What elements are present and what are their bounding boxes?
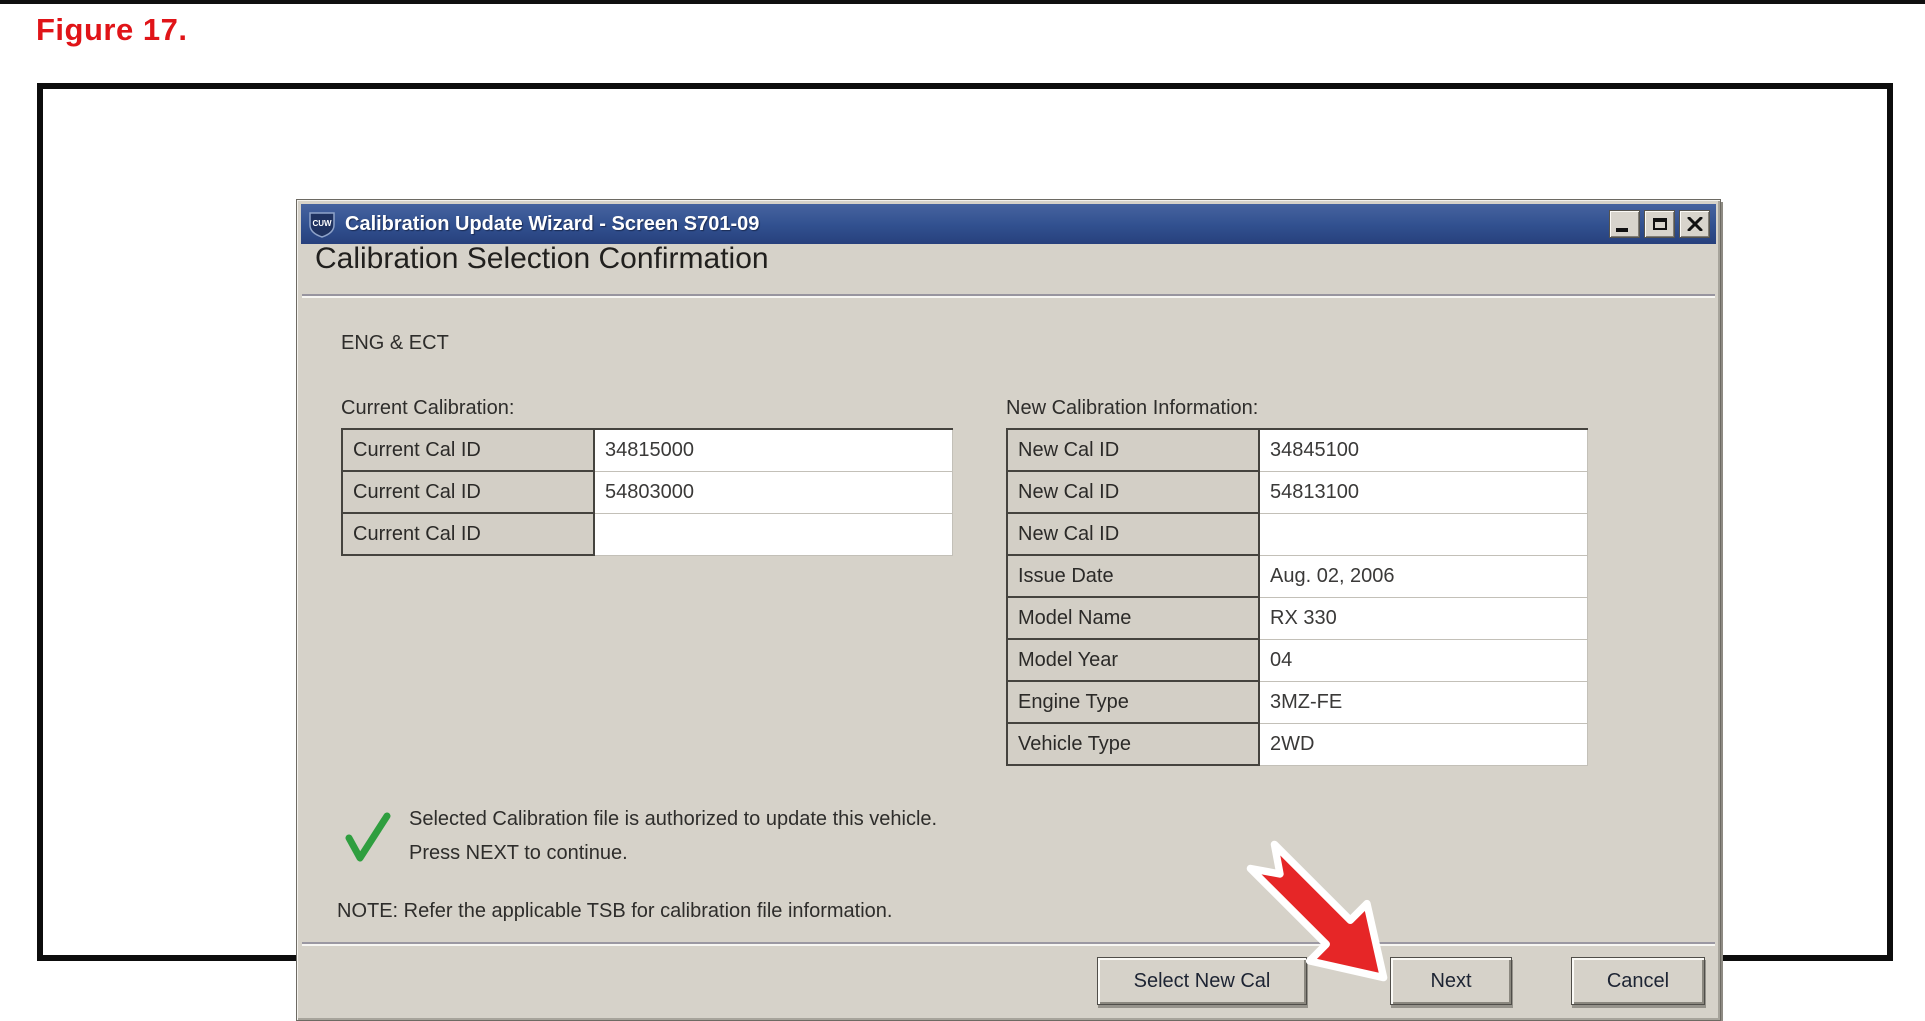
figure-border-box: CUW Calibration Update Wizard - Screen S… [37,83,1893,961]
heading-divider [302,294,1715,296]
table-row: New Cal ID 34845100 [1007,429,1588,471]
row-label: Current Cal ID [342,513,594,555]
current-calibration-table: Current Cal ID 34815000 Current Cal ID 5… [341,428,953,556]
status-message-line2: Press NEXT to continue. [409,842,628,865]
row-label: Issue Date [1007,555,1259,597]
row-label: New Cal ID [1007,513,1259,555]
close-icon [1687,217,1703,231]
row-label: Model Name [1007,597,1259,639]
maximize-button[interactable] [1644,210,1675,238]
minimize-button[interactable] [1609,210,1640,238]
row-label: Vehicle Type [1007,723,1259,765]
row-value: 2WD [1259,723,1588,765]
next-button[interactable]: Next [1390,957,1512,1005]
table-row: Model Name RX 330 [1007,597,1588,639]
calibration-update-wizard-window: CUW Calibration Update Wizard - Screen S… [296,199,1721,1021]
new-calibration-caption: New Calibration Information: [1006,397,1258,420]
window-title: Calibration Update Wizard - Screen S701-… [345,213,1609,236]
table-row: Engine Type 3MZ-FE [1007,681,1588,723]
new-calibration-table: New Cal ID 34845100 New Cal ID 54813100 … [1006,428,1588,766]
page-top-rule [0,0,1925,4]
figure-caption: Figure 17. [36,12,187,48]
table-row: Current Cal ID 54803000 [342,471,953,513]
green-checkmark-icon [343,808,395,866]
row-value: 34815000 [594,429,953,471]
row-label: New Cal ID [1007,429,1259,471]
system-label: ENG & ECT [341,332,449,355]
table-row: Issue Date Aug. 02, 2006 [1007,555,1588,597]
row-value [594,513,953,555]
row-label: Current Cal ID [342,429,594,471]
row-value: 3MZ-FE [1259,681,1588,723]
page-title: Calibration Selection Confirmation [315,242,769,276]
row-label: Current Cal ID [342,471,594,513]
row-label: Engine Type [1007,681,1259,723]
row-value: 04 [1259,639,1588,681]
minimize-icon [1616,228,1628,232]
cancel-button[interactable]: Cancel [1571,957,1705,1005]
table-row: Current Cal ID 34815000 [342,429,953,471]
row-value: 54803000 [594,471,953,513]
row-label: Model Year [1007,639,1259,681]
table-row: New Cal ID 54813100 [1007,471,1588,513]
cuw-shield-icon: CUW [307,209,337,239]
current-calibration-caption: Current Calibration: [341,397,514,420]
row-value: Aug. 02, 2006 [1259,555,1588,597]
status-message-line1: Selected Calibration file is authorized … [409,808,937,831]
table-row: Model Year 04 [1007,639,1588,681]
window-titlebar[interactable]: CUW Calibration Update Wizard - Screen S… [301,204,1716,244]
note-text: NOTE: Refer the applicable TSB for calib… [337,900,892,923]
table-row: Current Cal ID [342,513,953,555]
row-value: 34845100 [1259,429,1588,471]
close-button[interactable] [1679,210,1710,238]
table-row: New Cal ID [1007,513,1588,555]
row-label: New Cal ID [1007,471,1259,513]
svg-text:CUW: CUW [312,219,332,228]
row-value: RX 330 [1259,597,1588,639]
row-value: 54813100 [1259,471,1588,513]
table-row: Vehicle Type 2WD [1007,723,1588,765]
red-annotation-arrow-icon [1243,837,1391,985]
maximize-icon [1653,218,1667,230]
button-area-divider [302,942,1715,944]
row-value [1259,513,1588,555]
